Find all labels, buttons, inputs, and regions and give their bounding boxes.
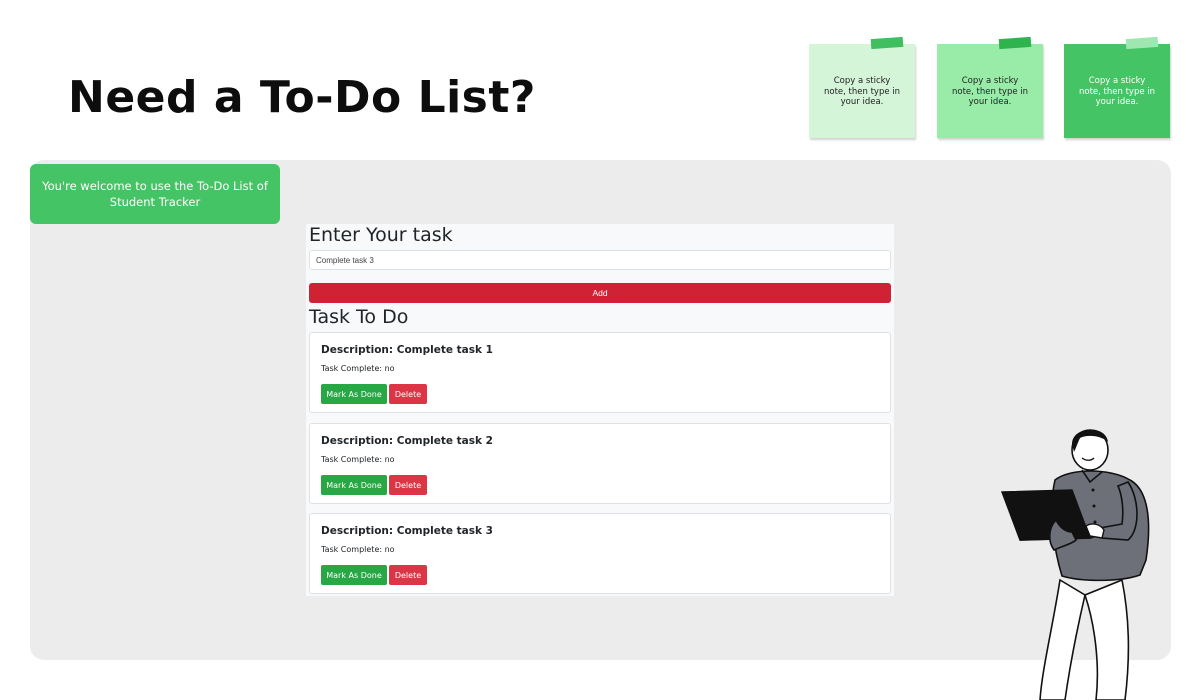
enter-task-heading: Enter Your task [309,224,453,246]
tape-icon [1125,36,1159,50]
page-title: Need a To-Do List? [68,72,536,123]
sticky-note-2: Copy a sticky note, then type in your id… [937,36,1043,138]
tape-icon [870,36,904,50]
delete-button[interactable]: Delete [389,565,427,585]
delete-button[interactable]: Delete [389,475,427,495]
sticky-note-text: Copy a sticky note, then type in your id… [1078,76,1156,107]
task-list-heading: Task To Do [309,306,409,328]
tape-icon [998,36,1032,50]
task-status: Task Complete: no [321,455,395,464]
sticky-note-text: Copy a sticky note, then type in your id… [823,76,901,107]
sticky-note-1: Copy a sticky note, then type in your id… [809,36,915,138]
task-description: Description: Complete task 1 [321,344,493,356]
person-with-laptop-illustration [1001,429,1150,700]
mark-as-done-button[interactable]: Mark As Done [321,475,387,495]
task-card: Description: Complete task 3 Task Comple… [309,513,891,594]
task-card: Description: Complete task 2 Task Comple… [309,423,891,504]
task-description: Description: Complete task 3 [321,525,493,537]
task-card: Description: Complete task 1 Task Comple… [309,332,891,413]
task-input[interactable] [309,250,891,270]
add-button[interactable]: Add [309,283,891,303]
delete-button[interactable]: Delete [389,384,427,404]
sticky-note-text: Copy a sticky note, then type in your id… [951,76,1029,107]
task-status: Task Complete: no [321,545,395,554]
task-description: Description: Complete task 2 [321,435,493,447]
todo-app: Enter Your task Add Task To Do Descripti… [306,224,894,596]
task-status: Task Complete: no [321,364,395,373]
welcome-banner: You're welcome to use the To-Do List of … [30,164,280,224]
mark-as-done-button[interactable]: Mark As Done [321,384,387,404]
sticky-note-3: Copy a sticky note, then type in your id… [1064,36,1170,138]
mark-as-done-button[interactable]: Mark As Done [321,565,387,585]
